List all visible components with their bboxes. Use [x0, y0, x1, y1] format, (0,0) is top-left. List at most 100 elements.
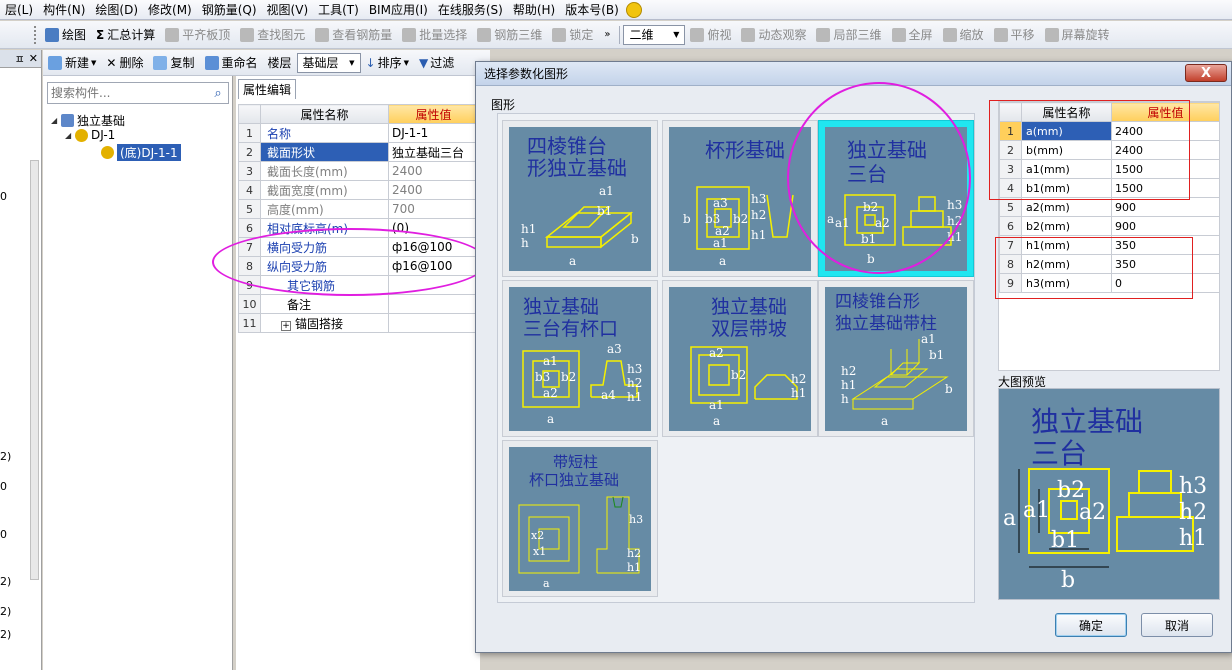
dim-label: a1: [835, 216, 850, 230]
dim-label: a1: [1023, 498, 1050, 523]
local-3d-icon: [816, 27, 831, 42]
view-mode-select[interactable]: 二维 ▼: [623, 24, 686, 45]
menu-rebar-quantity[interactable]: 钢筋量(Q): [197, 1, 262, 18]
table-row[interactable]: 3 截面长度(mm) 2400: [238, 161, 479, 181]
table-row[interactable]: 9 h3(mm) 0: [999, 273, 1220, 293]
dim-label: h: [841, 392, 849, 406]
cancel-button[interactable]: 取消: [1141, 613, 1213, 637]
main-toolbar: 绘图 Σ 汇总计算 平齐板顶 查找图元 查看钢筋量 批量选择 钢筋三维 锁定 » …: [0, 21, 1232, 49]
menu-modify[interactable]: 修改(M): [143, 1, 197, 18]
fullscreen-button[interactable]: 全屏: [887, 23, 938, 47]
menu-help[interactable]: 帮助(H): [508, 1, 560, 18]
search-icon[interactable]: ⌕: [208, 83, 228, 103]
shape-tile-pyramid-frustum[interactable]: 四棱锥台 形独立基础 a1 b1 h1 h a b: [502, 120, 658, 277]
dim-label: b2: [733, 212, 748, 226]
table-row[interactable]: 6 相对底标高(m) (0): [238, 218, 479, 238]
table-row[interactable]: 9 其它钢筋: [238, 275, 479, 295]
ok-button[interactable]: 确定: [1055, 613, 1127, 637]
table-row[interactable]: 1 名称 DJ-1-1: [238, 123, 479, 143]
table-row[interactable]: 4 截面宽度(mm) 2400: [238, 180, 479, 200]
draw-button[interactable]: 绘图: [40, 23, 91, 47]
rebar-3d-button[interactable]: 钢筋三维: [472, 23, 547, 47]
property-panel: 属性编辑 属性名称 属性值 1 名称 DJ-1-1 2 截面形状 独立基础三台 3 截面长…: [236, 76, 480, 670]
find-icon: [240, 27, 255, 42]
pan-icon: [993, 27, 1008, 42]
close-icon[interactable]: ✕: [29, 52, 38, 65]
shape-tile-double-layer-slope[interactable]: 独立基础 双层带坡 a2 b2 a1 h2 h1 a: [662, 280, 818, 437]
separator: [619, 25, 621, 44]
shape-group-label: 图形: [491, 98, 516, 112]
menu-draw[interactable]: 绘图(D): [90, 1, 143, 18]
pin-icon[interactable]: ㅍ: [15, 51, 25, 67]
table-row[interactable]: 7 横向受力筋 ф16@100: [238, 237, 479, 257]
find-element-button[interactable]: 查找图元: [235, 23, 310, 47]
shape-name-line2: 双层带坡: [711, 318, 787, 340]
table-row[interactable]: 6 b2(mm) 900: [999, 216, 1220, 236]
dim-label: a1: [709, 398, 724, 412]
pan-button[interactable]: 平移: [989, 23, 1040, 47]
search-input[interactable]: [48, 83, 208, 103]
align-top-button[interactable]: 平齐板顶: [160, 23, 235, 47]
toolbar-overflow-icon[interactable]: »: [604, 29, 610, 40]
tree-node-root[interactable]: ◢ 独立基础: [51, 112, 125, 129]
dim-label: a: [569, 254, 576, 268]
table-row[interactable]: 8 h2(mm) 350: [999, 254, 1220, 274]
dim-label: h3: [627, 362, 642, 376]
table-row[interactable]: 1 a(mm) 2400: [999, 121, 1220, 141]
table-row[interactable]: 2 b(mm) 2400: [999, 140, 1220, 160]
top-view-button[interactable]: 俯视: [685, 23, 736, 47]
menu-online-service[interactable]: 在线服务(S): [433, 1, 508, 18]
zoom-button[interactable]: 缩放: [938, 23, 989, 47]
table-row[interactable]: 4 b1(mm) 1500: [999, 178, 1220, 198]
lock-button[interactable]: 锁定: [547, 23, 598, 47]
menu-tools[interactable]: 工具(T): [313, 1, 364, 18]
rename-button[interactable]: 重命名: [200, 51, 263, 75]
shape-tile-three-step-foundation[interactable]: 独立基础 三台 h3 h2 h1 b2 a2 a1 b1 a b: [818, 120, 974, 277]
menu-layer[interactable]: 层(L): [0, 1, 38, 18]
rename-icon: [204, 55, 219, 70]
tab-property-edit[interactable]: 属性编辑: [238, 79, 296, 99]
menu-component[interactable]: 构件(N): [38, 1, 90, 18]
menu-view[interactable]: 视图(V): [262, 1, 314, 18]
shape-tile-short-column-cup[interactable]: 带短柱 杯口独立基础 h3 h2 h1 x2 x1 a: [502, 440, 658, 597]
table-row[interactable]: 10 备注: [238, 294, 479, 314]
table-row[interactable]: 3 a1(mm) 1500: [999, 159, 1220, 179]
orbit-button[interactable]: 动态观察: [736, 23, 811, 47]
summary-calc-button[interactable]: Σ 汇总计算: [91, 23, 160, 47]
dim-label: b: [1061, 568, 1075, 593]
vertical-scrollbar[interactable]: [30, 160, 39, 580]
menu-bim[interactable]: BIM应用(I): [364, 1, 433, 18]
view-rebar-button[interactable]: 查看钢筋量: [310, 23, 397, 47]
screen-rotate-button[interactable]: 屏幕旋转: [1040, 23, 1115, 47]
align-icon: [165, 27, 180, 42]
dim-label: h1: [841, 378, 856, 392]
table-row[interactable]: 5 高度(mm) 700: [238, 199, 479, 219]
shape-tile-three-step-with-cup[interactable]: 独立基础 三台有杯口 a3 a1 a2 b3 b2 h3 h2 h1 a4 a: [502, 280, 658, 437]
table-row[interactable]: 7 h1(mm) 350: [999, 235, 1220, 255]
dim-label: a1: [543, 354, 558, 368]
chevron-down-icon: ▼: [349, 58, 355, 67]
sort-button[interactable]: ↓ 排序 ▼: [361, 51, 414, 75]
dim-label: b2: [731, 368, 746, 382]
floor-select[interactable]: 基础层 ▼: [296, 52, 361, 73]
tree-node-dj1-1[interactable]: (底)DJ-1-1: [101, 144, 181, 161]
copy-button[interactable]: 复制: [148, 51, 199, 75]
table-row[interactable]: 11 + 锚固搭接: [238, 313, 479, 333]
table-row[interactable]: 5 a2(mm) 900: [999, 197, 1220, 217]
local-3d-button[interactable]: 局部三维: [811, 23, 886, 47]
shape-tile-cup-foundation[interactable]: 杯形基础 a3 b3 b2 a2 a1 h3 h2 h1 b a: [662, 120, 818, 277]
delete-button[interactable]: ✕ 删除: [101, 51, 148, 75]
table-row[interactable]: 8 纵向受力筋 ф16@100: [238, 256, 479, 276]
shape-tile-pyramid-with-column[interactable]: 四棱锥台形 独立基础带柱 a1 b1 h2 h1 h a b: [818, 280, 974, 437]
expand-icon[interactable]: ◢: [51, 116, 61, 125]
menu-version[interactable]: 版本号(B): [560, 1, 624, 18]
close-button[interactable]: X: [1185, 64, 1227, 82]
expand-icon[interactable]: ◢: [65, 131, 75, 140]
tree-node-dj1[interactable]: ◢ DJ-1: [65, 128, 115, 142]
batch-select-button[interactable]: 批量选择: [397, 23, 472, 47]
expand-plus-icon[interactable]: +: [281, 320, 291, 331]
table-row[interactable]: 2 截面形状 独立基础三台: [238, 142, 479, 162]
dim-label: h1: [947, 230, 962, 244]
filter-button[interactable]: ▼ 过滤: [414, 51, 459, 75]
new-button[interactable]: 新建 ▼: [43, 51, 101, 75]
